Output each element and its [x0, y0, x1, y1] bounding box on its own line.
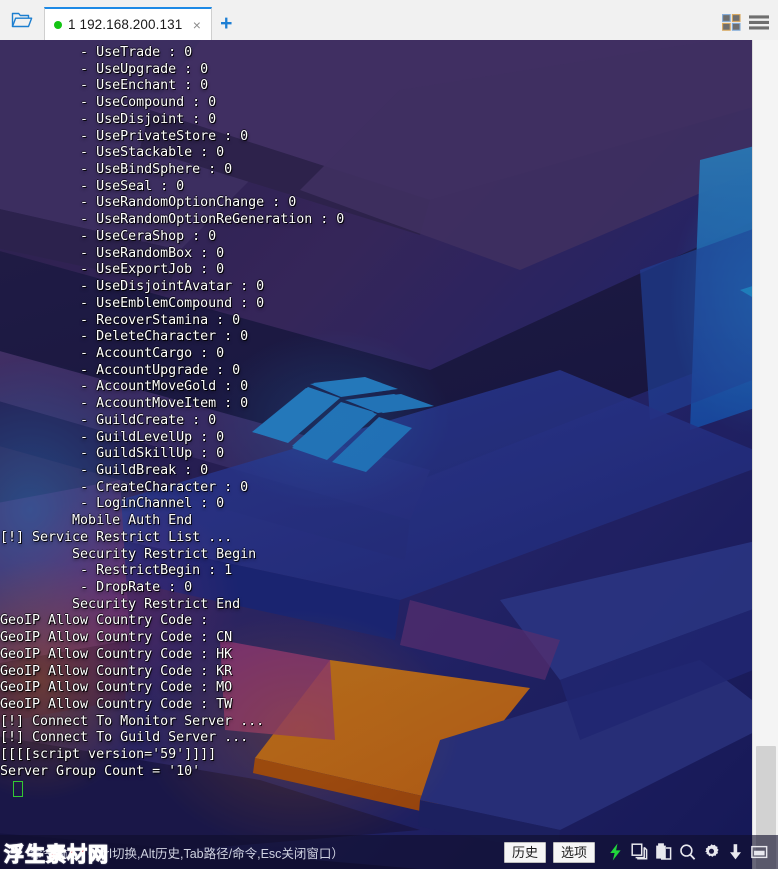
- window-icon[interactable]: [751, 843, 768, 861]
- console-output-area[interactable]: - UseTrade : 0 - UseUpgrade : 0 - UseEnc…: [0, 40, 752, 869]
- console-cursor-line: [0, 780, 752, 798]
- grid-layout-icon[interactable]: [722, 14, 741, 31]
- options-button[interactable]: 选项: [553, 841, 595, 863]
- new-tab-button[interactable]: +: [212, 7, 240, 40]
- status-bar-icons: [607, 843, 772, 861]
- tab-192-168-200-131[interactable]: 1 192.168.200.131 ×: [44, 7, 213, 40]
- connection-status-dot: [54, 20, 62, 29]
- close-icon[interactable]: ×: [188, 16, 205, 33]
- open-folder-button[interactable]: [0, 0, 44, 40]
- search-icon[interactable]: [679, 843, 696, 861]
- terminal-pane[interactable]: - UseTrade : 0 - UseUpgrade : 0 - UseEnc…: [0, 40, 778, 869]
- history-button[interactable]: 历史: [504, 841, 546, 863]
- lightning-icon[interactable]: [607, 843, 624, 861]
- gear-icon[interactable]: [703, 843, 720, 861]
- tab-strip: 1 192.168.200.131 × +: [44, 0, 240, 40]
- vertical-scrollbar[interactable]: [752, 40, 778, 869]
- download-icon[interactable]: [727, 843, 744, 861]
- tab-label: 1 192.168.200.131: [68, 17, 183, 32]
- console-text: - UseTrade : 0 - UseUpgrade : 0 - UseEnc…: [0, 45, 345, 779]
- copy-icon[interactable]: [631, 843, 648, 861]
- title-bar: 1 192.168.200.131 × +: [0, 0, 778, 41]
- folder-open-icon: [11, 12, 33, 28]
- command-input[interactable]: 命令输入（Ctrl切换,Alt历史,Tab路径/命令,Esc关闭窗口）: [0, 835, 497, 869]
- command-status-bar: 命令输入（Ctrl切换,Alt历史,Tab路径/命令,Esc关闭窗口） 历史 选…: [0, 835, 778, 869]
- paste-icon[interactable]: [655, 843, 672, 861]
- block-cursor-icon: [13, 780, 23, 797]
- terminal-app-window: 1 192.168.200.131 × + - UseTrade: 0 - U…: [0, 0, 778, 869]
- title-bar-actions: [722, 14, 778, 40]
- hamburger-menu-icon[interactable]: [749, 15, 769, 30]
